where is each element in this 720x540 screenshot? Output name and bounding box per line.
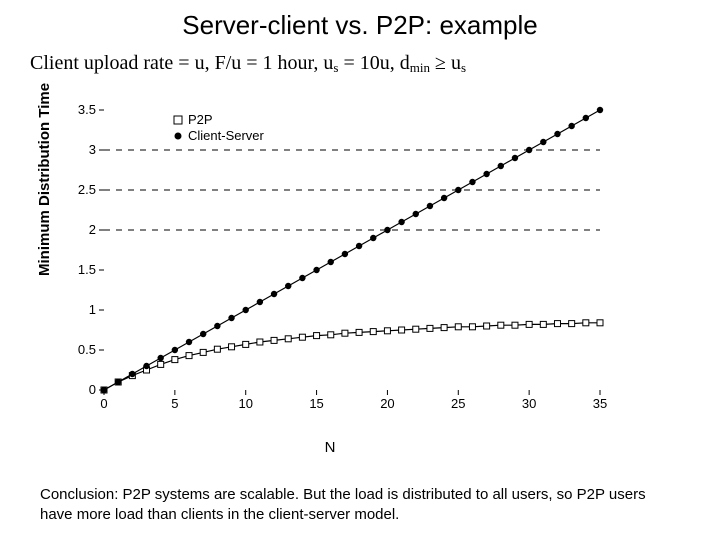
- series-marker-circle: [200, 331, 206, 337]
- series-marker-square: [441, 325, 447, 331]
- y-tick-label: 0.5: [78, 342, 96, 357]
- series-marker-circle: [285, 283, 291, 289]
- series-marker-square: [243, 341, 249, 347]
- y-tick-label: 2: [89, 222, 96, 237]
- x-tick-label: 0: [100, 396, 107, 411]
- chart-container: Minimum Distribution Time 05101520253035…: [50, 104, 610, 448]
- x-tick-label: 15: [309, 396, 323, 411]
- series-marker-square: [384, 328, 390, 334]
- series-marker-square: [342, 330, 348, 336]
- series-marker-square: [299, 334, 305, 340]
- series-marker-square: [399, 327, 405, 333]
- y-tick-label: 3.5: [78, 102, 96, 117]
- series-marker-circle: [469, 179, 475, 185]
- series-marker-circle: [583, 115, 589, 121]
- series-marker-square: [554, 321, 560, 327]
- series-marker-circle: [427, 203, 433, 209]
- series-marker-circle: [157, 355, 163, 361]
- series-marker-circle: [313, 267, 319, 273]
- x-tick-label: 20: [380, 396, 394, 411]
- series-marker-circle: [483, 171, 489, 177]
- series-marker-square: [172, 357, 178, 363]
- legend-label-cs: Client-Server: [188, 128, 265, 143]
- x-tick-label: 30: [522, 396, 536, 411]
- x-tick-label: 25: [451, 396, 465, 411]
- series-marker-square: [314, 333, 320, 339]
- series-marker-square: [455, 324, 461, 330]
- series-marker-square: [512, 322, 518, 328]
- series-marker-square: [526, 321, 532, 327]
- series-marker-circle: [214, 323, 220, 329]
- legend-marker-p2p: [174, 116, 182, 124]
- series-marker-square: [214, 346, 220, 352]
- series-marker-circle: [413, 211, 419, 217]
- series-marker-circle: [498, 163, 504, 169]
- series-marker-circle: [143, 363, 149, 369]
- y-tick-label: 3: [89, 142, 96, 157]
- series-line: [104, 110, 600, 390]
- series-marker-circle: [186, 339, 192, 345]
- series-marker-circle: [568, 123, 574, 129]
- x-tick-label: 35: [593, 396, 607, 411]
- series-marker-square: [427, 325, 433, 331]
- conclusion-text: Conclusion: P2P systems are scalable. Bu…: [40, 485, 680, 524]
- series-marker-square: [370, 329, 376, 335]
- series-marker-circle: [455, 187, 461, 193]
- series-marker-circle: [328, 259, 334, 265]
- series-marker-circle: [540, 139, 546, 145]
- series-marker-circle: [512, 155, 518, 161]
- series-marker-circle: [129, 371, 135, 377]
- series-marker-circle: [384, 227, 390, 233]
- series-marker-circle: [398, 219, 404, 225]
- series-marker-circle: [441, 195, 447, 201]
- series-marker-circle: [526, 147, 532, 153]
- series-marker-square: [257, 339, 263, 345]
- series-marker-circle: [271, 291, 277, 297]
- y-tick-label: 2.5: [78, 182, 96, 197]
- series-marker-square: [469, 324, 475, 330]
- x-tick-label: 10: [238, 396, 252, 411]
- series-marker-circle: [342, 251, 348, 257]
- series-marker-square: [271, 337, 277, 343]
- page-title: Server-client vs. P2P: example: [0, 10, 720, 41]
- series-marker-square: [540, 321, 546, 327]
- series-marker-circle: [299, 275, 305, 281]
- chart-svg: 0 5 10 15 20 25 30 35 0 0.5 1 1.5 2 2.5 3 3.5 P2PClient-…: [50, 104, 610, 424]
- series-marker-circle: [228, 315, 234, 321]
- series-marker-circle: [115, 379, 121, 385]
- series-marker-square: [356, 329, 362, 335]
- series-marker-square: [484, 323, 490, 329]
- series-marker-circle: [172, 347, 178, 353]
- series-marker-square: [186, 353, 192, 359]
- series-marker-square: [229, 344, 235, 350]
- series-marker-circle: [243, 307, 249, 313]
- series-marker-circle: [257, 299, 263, 305]
- series-marker-square: [583, 320, 589, 326]
- series-marker-square: [413, 326, 419, 332]
- y-tick-label: 1: [89, 302, 96, 317]
- x-axis-label: N: [50, 439, 610, 456]
- series-marker-square: [285, 336, 291, 342]
- series-marker-circle: [370, 235, 376, 241]
- y-axis-label: Minimum Distribution Time: [36, 83, 53, 276]
- x-tick-label: 5: [171, 396, 178, 411]
- series-marker-square: [597, 320, 603, 326]
- series-marker-circle: [597, 107, 603, 113]
- series-line: [104, 323, 600, 390]
- y-tick-label: 0: [89, 382, 96, 397]
- series-marker-circle: [101, 387, 107, 393]
- legend-marker-cs: [175, 133, 182, 140]
- series-marker-circle: [356, 243, 362, 249]
- series-marker-circle: [554, 131, 560, 137]
- series-marker-square: [328, 332, 334, 338]
- y-tick-label: 1.5: [78, 262, 96, 277]
- series-marker-square: [158, 361, 164, 367]
- series-marker-square: [200, 349, 206, 355]
- series-marker-square: [498, 322, 504, 328]
- legend-label-p2p: P2P: [188, 112, 213, 127]
- assumptions-line: Client upload rate = u, F/u = 1 hour, us…: [30, 52, 466, 76]
- series-marker-square: [569, 321, 575, 327]
